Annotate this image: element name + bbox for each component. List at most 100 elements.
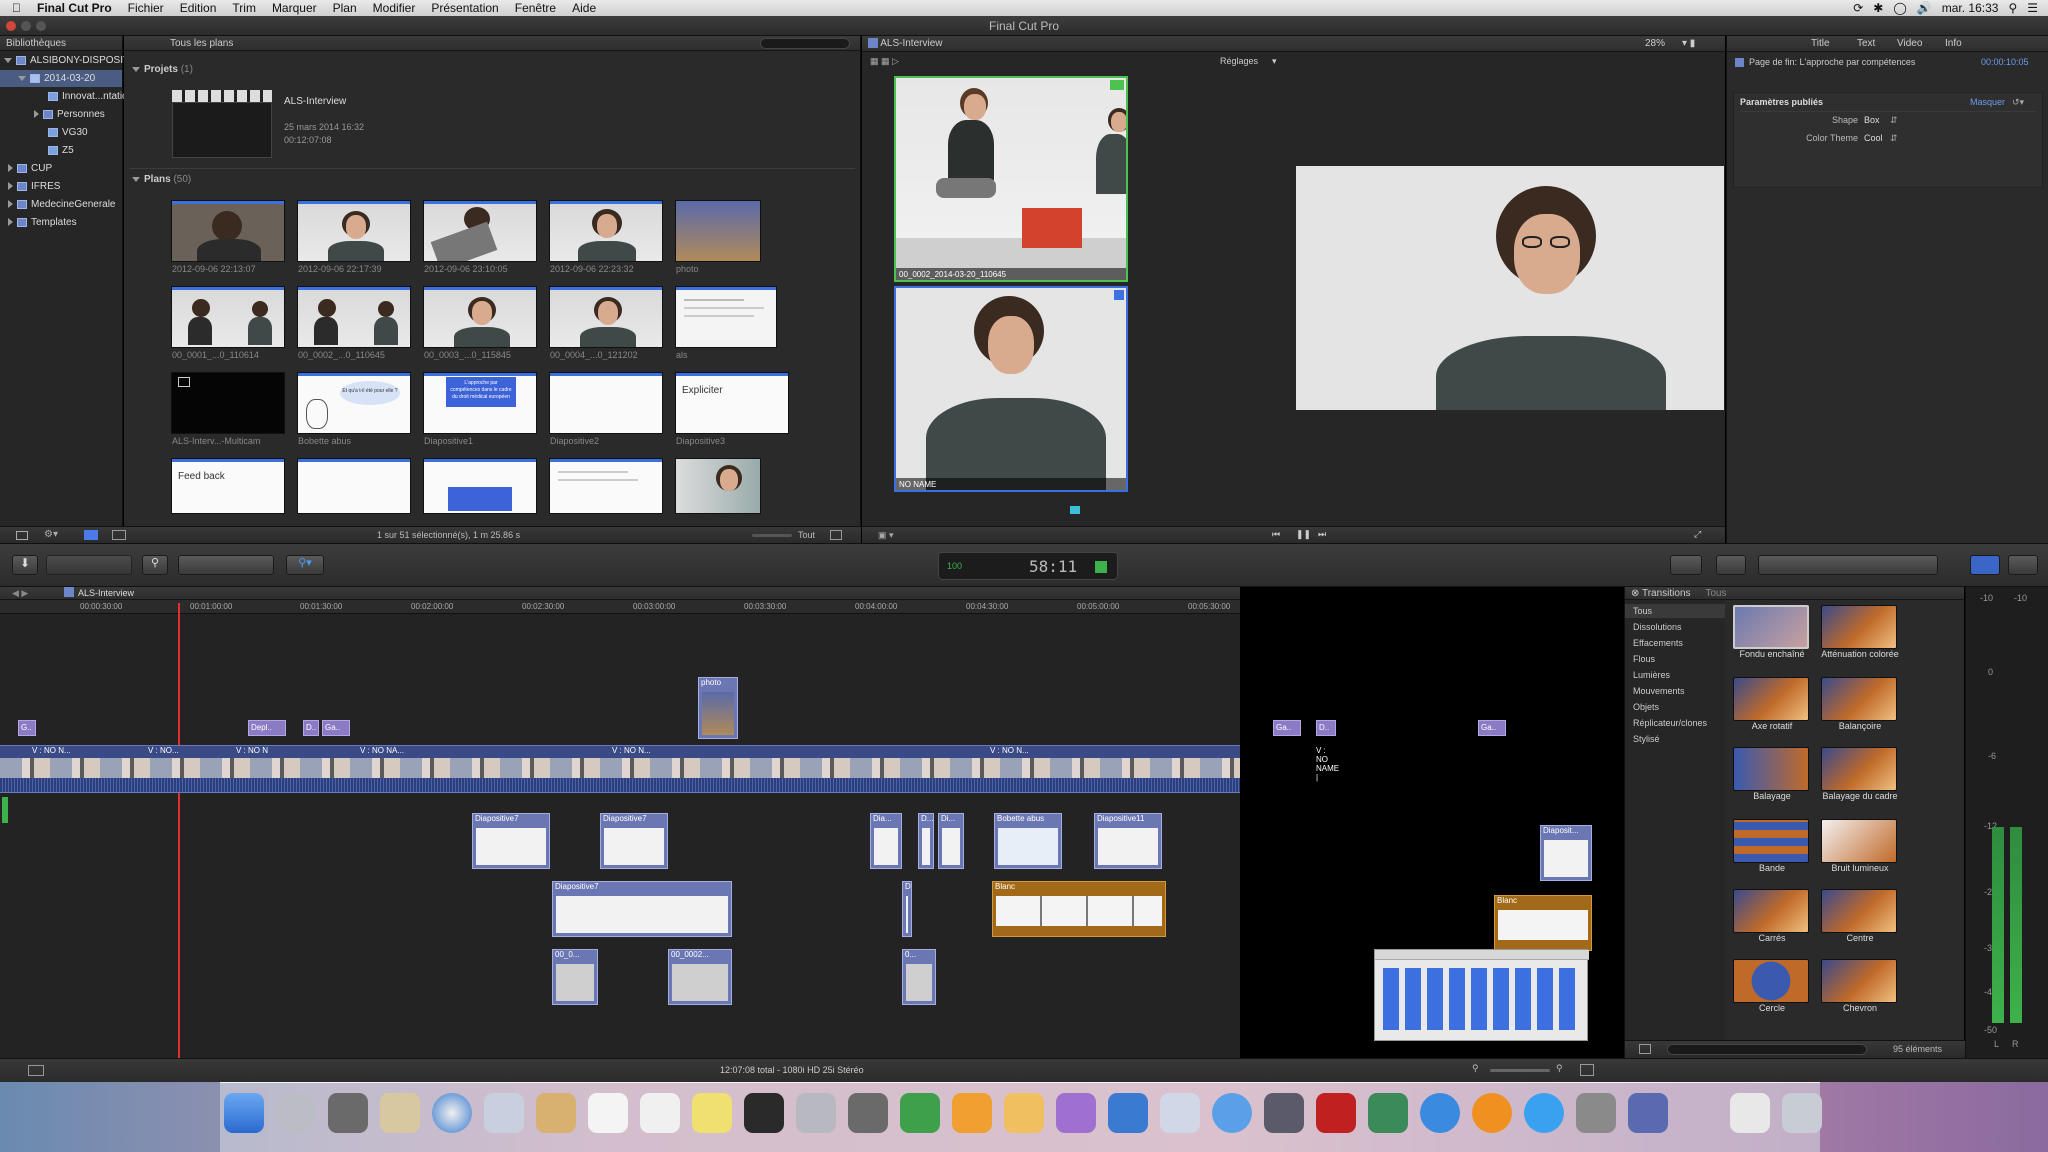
color-theme-select[interactable]: Cool <box>1864 133 1883 143</box>
library-item[interactable]: MedecineGenerale <box>8 196 116 213</box>
connected-clip-blanc[interactable]: Blanc <box>992 881 1166 937</box>
clip-thumbnail[interactable]: Et qu'a t-il été pour elle ? <box>297 372 411 434</box>
zoom-icon[interactable] <box>36 21 46 31</box>
media-browsers-buttons[interactable] <box>1758 555 1938 575</box>
category-item[interactable]: Dissolutions <box>1633 622 1682 632</box>
share-button[interactable] <box>2008 555 2038 575</box>
tools-button[interactable]: ⚲▾ <box>286 555 324 575</box>
system-preferences-icon[interactable] <box>1576 1093 1616 1133</box>
title-clip[interactable]: D.. <box>303 720 319 736</box>
minimize-icon[interactable] <box>21 21 31 31</box>
clip-thumbnail[interactable] <box>423 458 537 514</box>
app-icon[interactable] <box>1160 1093 1200 1133</box>
library-item[interactable]: Templates <box>8 214 77 231</box>
connected-clip[interactable]: Bobette abus <box>994 813 1062 869</box>
clip-thumbnail[interactable] <box>171 286 285 348</box>
viewer-options-icon[interactable]: ▾ ▮ <box>1682 36 1695 52</box>
transition-item[interactable]: Cercle <box>1733 959 1811 1013</box>
audio-meters-window[interactable] <box>1374 949 1589 1041</box>
connected-clip[interactable]: Diapositive11 <box>1094 813 1162 869</box>
utility-icon[interactable] <box>796 1093 836 1133</box>
spotlight-icon[interactable]: ⚲ <box>2008 1 2017 15</box>
menu-fichier[interactable]: Fichier <box>128 1 164 15</box>
trash-icon[interactable] <box>1782 1093 1822 1133</box>
connected-clip[interactable]: 00_0002... <box>668 949 732 1005</box>
category-item[interactable]: Tous <box>1633 606 1652 616</box>
primary-storyline[interactable]: V : NO N... V : NO... V : NO N V : NO NA… <box>0 745 1339 793</box>
tab-video[interactable]: Video <box>1897 36 1922 52</box>
volume-icon[interactable]: 🔊 <box>1917 1 1932 15</box>
transition-item[interactable]: Bruit lumineux <box>1821 819 1899 873</box>
zoom-in-icon[interactable]: ⚲ <box>1556 1063 1563 1074</box>
connected-clip[interactable]: 00_0... <box>552 949 598 1005</box>
transition-item[interactable]: Balayage <box>1733 747 1811 801</box>
menu-modifier[interactable]: Modifier <box>373 1 416 15</box>
mail-icon[interactable] <box>484 1093 524 1133</box>
sidebar-toggle-icon[interactable] <box>1639 1044 1651 1054</box>
transition-item[interactable]: Bande <box>1733 819 1811 873</box>
list-view-icon[interactable] <box>112 530 126 540</box>
tab-title[interactable]: Title <box>1811 36 1830 52</box>
clip-thumbnail[interactable] <box>423 200 537 262</box>
projects-section[interactable]: Projets (1) <box>132 64 193 75</box>
filmstrip-settings-icon[interactable] <box>830 530 842 540</box>
previous-icon[interactable]: ⏮ <box>1272 529 1280 540</box>
tab-text[interactable]: Text <box>1857 36 1875 52</box>
multicam-angle-2[interactable]: NO NAME <box>894 286 1128 492</box>
transition-item[interactable]: Chevron <box>1821 959 1899 1013</box>
transition-item[interactable]: Carrés <box>1733 889 1811 943</box>
app-icon[interactable] <box>848 1093 888 1133</box>
transition-item[interactable]: Balançoire <box>1821 677 1899 731</box>
transition-item[interactable]: Axe rotatif <box>1733 677 1811 731</box>
menu-aide[interactable]: Aide <box>572 1 596 15</box>
library-event-selected[interactable]: 2014-03-20 <box>0 70 122 87</box>
timeline-index-icon[interactable] <box>28 1065 44 1076</box>
category-item[interactable]: Flous <box>1633 654 1655 664</box>
close-icon[interactable] <box>6 21 16 31</box>
clip-zoom-slider[interactable] <box>752 534 792 537</box>
transition-item[interactable]: Atténuation colorée <box>1821 605 1899 659</box>
library-item[interactable]: Personnes <box>34 106 105 123</box>
pages-icon[interactable] <box>952 1093 992 1133</box>
next-icon[interactable]: ⏭ <box>1318 529 1326 540</box>
gear-icon[interactable]: ⚙▾ <box>44 529 58 540</box>
project-name[interactable]: ALS-Interview <box>284 96 346 107</box>
photo-booth-icon[interactable] <box>1316 1093 1356 1133</box>
menu-fenetre[interactable]: Fenêtre <box>515 1 556 15</box>
connected-clip[interactable]: Diapositive7 <box>472 813 550 869</box>
calendar-icon[interactable] <box>588 1093 628 1133</box>
title-clip[interactable]: G.. <box>18 720 36 736</box>
title-clip[interactable]: Depl.. <box>248 720 286 736</box>
preview-icon[interactable] <box>380 1093 420 1133</box>
title-clip[interactable]: Ga.. <box>1478 720 1506 736</box>
reminders-icon[interactable] <box>640 1093 680 1133</box>
tab-info[interactable]: Info <box>1945 36 1962 52</box>
final-cut-icon[interactable] <box>744 1093 784 1133</box>
edit-buttons[interactable] <box>178 555 274 575</box>
connected-clip[interactable]: photo <box>698 677 738 739</box>
fullscreen-icon[interactable]: ⤢ <box>1694 529 1701 540</box>
menu-trim[interactable]: Trim <box>232 1 256 15</box>
clip-thumbnail[interactable] <box>297 286 411 348</box>
transform-icon[interactable]: ▣ ▾ <box>878 530 894 541</box>
transform-menu-button[interactable] <box>1670 555 1702 575</box>
transitions-search-input[interactable] <box>1667 1044 1867 1055</box>
library-item[interactable]: ALSIBONY-DISPOSITIF <box>4 52 138 69</box>
category-item[interactable]: Objets <box>1633 702 1659 712</box>
connected-clip[interactable]: 0... <box>902 949 936 1005</box>
multicam-angle-1[interactable]: 00_0002_2014-03-20_110645 <box>894 76 1128 282</box>
menu-presentation[interactable]: Présentation <box>431 1 498 15</box>
timecode-display[interactable]: 100 58:11 <box>938 552 1118 580</box>
menu-plan[interactable]: Plan <box>333 1 357 15</box>
contacts-icon[interactable] <box>536 1093 576 1133</box>
evernote-icon[interactable] <box>900 1093 940 1133</box>
audio-clip-marker[interactable] <box>2 797 8 823</box>
keynote-icon[interactable] <box>1108 1093 1148 1133</box>
finder-icon[interactable] <box>224 1093 264 1133</box>
viewer-settings[interactable]: Réglages <box>1220 56 1258 66</box>
numbers-icon[interactable] <box>1056 1093 1096 1133</box>
clip-thumbnail[interactable] <box>675 458 761 514</box>
browser-search-input[interactable] <box>760 38 850 49</box>
safari-icon[interactable] <box>432 1093 472 1133</box>
app-store-icon[interactable] <box>1524 1093 1564 1133</box>
